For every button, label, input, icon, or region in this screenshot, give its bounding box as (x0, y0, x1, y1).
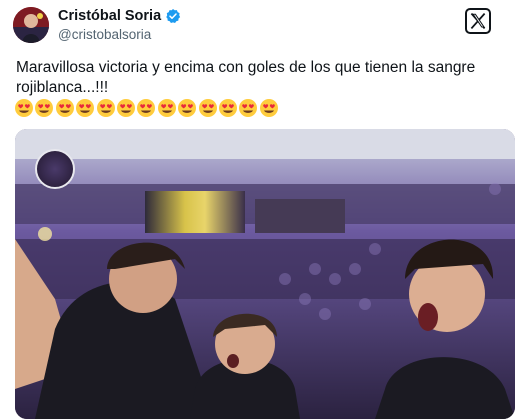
heart-eyes-emoji-icon (239, 99, 258, 117)
heart-eyes-emoji-icon (178, 99, 197, 117)
tweet-media[interactable] (15, 129, 515, 419)
verified-badge-icon (165, 8, 181, 24)
tweet-text: Maravillosa victoria y encima con goles … (16, 59, 476, 96)
heart-eyes-emoji-icon (137, 99, 156, 117)
author-avatar[interactable] (13, 7, 49, 43)
heart-eyes-emoji-icon (157, 99, 176, 117)
author-name-row: Cristóbal Soria (58, 8, 181, 24)
heart-eyes-emoji-icon (259, 99, 278, 117)
avatar-photo (13, 7, 49, 43)
heart-eyes-emoji-icon (116, 99, 135, 117)
heart-eyes-emoji-icon (35, 99, 54, 117)
heart-eyes-emoji-icon (15, 99, 33, 117)
emoji-row (14, 98, 279, 118)
heart-eyes-emoji-icon (55, 99, 74, 117)
author-handle[interactable]: @cristobalsoria (58, 27, 151, 42)
heart-eyes-emoji-icon (96, 99, 115, 117)
heart-eyes-emoji-icon (76, 99, 95, 117)
tweet-card: Cristóbal Soria @cristobalsoria Maravill… (0, 0, 530, 419)
heart-eyes-emoji-icon (218, 99, 237, 117)
club-crest-watermark-icon (35, 149, 75, 189)
x-logo-icon[interactable] (465, 8, 491, 34)
author-display-name[interactable]: Cristóbal Soria (58, 8, 161, 24)
heart-eyes-emoji-icon (198, 99, 217, 117)
stadium-celebration-photo (15, 129, 515, 419)
